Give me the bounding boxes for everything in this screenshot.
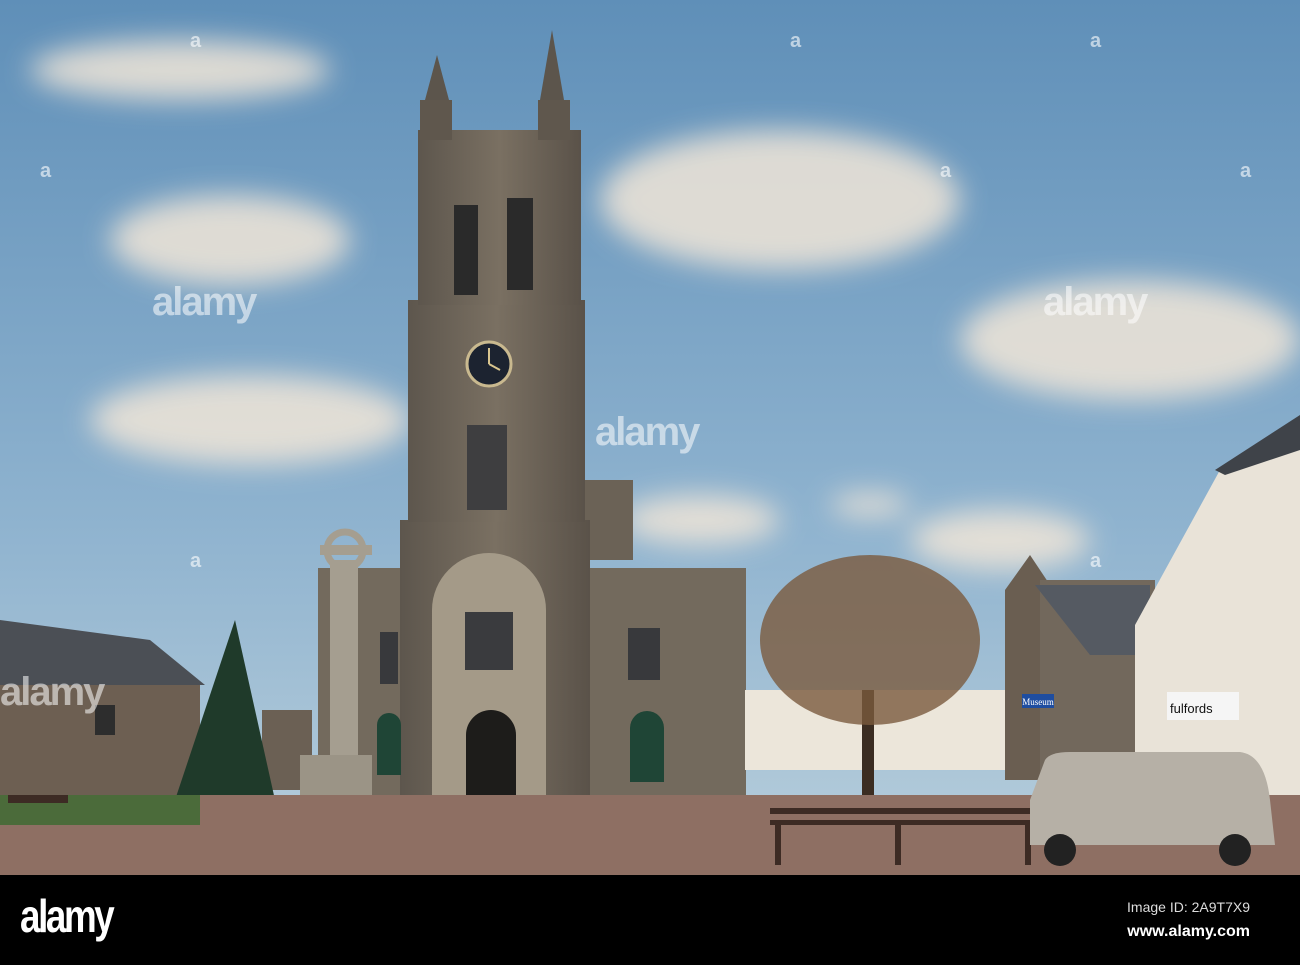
footer-bar: alamy Image ID: 2A9T7X9 www.alamy.com bbox=[0, 875, 1300, 965]
image-id: Image ID: 2A9T7X9 bbox=[1127, 899, 1250, 915]
watermark: alamy bbox=[1043, 280, 1148, 324]
watermark: alamy bbox=[152, 280, 257, 324]
watermark-letter: a bbox=[1090, 550, 1102, 572]
watermark-letter: a bbox=[190, 550, 202, 572]
watermark-letter: a bbox=[790, 30, 802, 52]
site-url: www.alamy.com bbox=[1127, 923, 1250, 940]
watermark-letter: a bbox=[40, 160, 52, 182]
fulfords-sign: fulfords bbox=[1170, 701, 1213, 716]
watermark-letter: a bbox=[190, 30, 202, 52]
watermark-letter: a bbox=[1090, 30, 1102, 52]
alamy-logo: alamy bbox=[20, 890, 115, 942]
watermark: alamy bbox=[0, 670, 105, 714]
watermark-letter: a bbox=[1240, 160, 1252, 182]
watermark-letter: a bbox=[940, 160, 952, 182]
watermark: alamy bbox=[595, 410, 700, 454]
museum-sign: Museum bbox=[1022, 697, 1054, 707]
